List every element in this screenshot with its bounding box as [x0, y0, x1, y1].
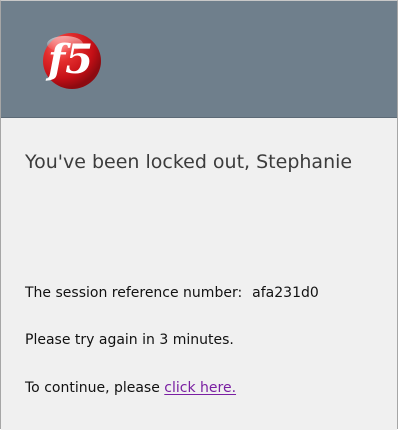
lockout-title: You've been locked out, Stephanie: [25, 151, 353, 173]
continue-prefix: To continue, please: [25, 380, 160, 396]
session-reference-line: The session reference number: afa231d0: [25, 284, 319, 302]
continue-link[interactable]: click here.: [164, 380, 236, 396]
retry-message: Please try again in 3 minutes.: [25, 332, 234, 348]
message-panel: You've been locked out, Stephanie The se…: [1, 118, 397, 430]
svg-text:f5: f5: [45, 36, 93, 83]
session-reference-label: The session reference number:: [25, 285, 243, 301]
continue-line: To continue, please click here.: [25, 379, 236, 397]
locked-out-window: f5 You've been locked out, Stephanie The…: [0, 0, 398, 430]
brand-header: f5: [1, 1, 397, 118]
session-reference-number: afa231d0: [252, 285, 319, 301]
f5-logo-icon: f5: [43, 33, 101, 89]
